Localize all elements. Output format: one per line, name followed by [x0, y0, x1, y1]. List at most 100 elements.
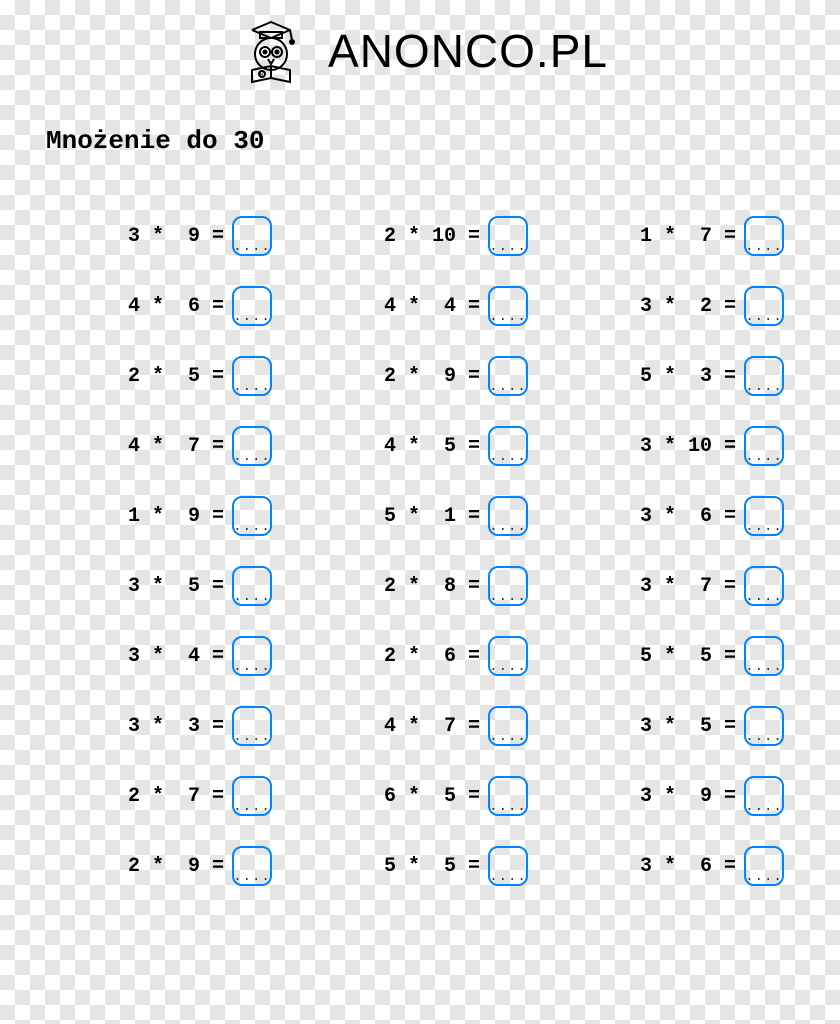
answer-box[interactable]: ....	[232, 566, 272, 606]
worksheet-title: Mnożenie do 30	[46, 126, 834, 156]
answer-placeholder: ....	[233, 524, 271, 530]
answer-box[interactable]: ....	[232, 636, 272, 676]
problem: 3 * 9 =....	[46, 216, 292, 256]
answer-box[interactable]: ....	[744, 776, 784, 816]
problem-expression: 4 * 4 =	[384, 295, 480, 318]
answer-box[interactable]: ....	[232, 426, 272, 466]
answer-placeholder: ....	[489, 524, 527, 530]
answer-placeholder: ....	[233, 874, 271, 880]
problem-expression: 3 * 9 =	[128, 225, 224, 248]
problem: 4 * 5 =....	[302, 426, 548, 466]
problem-expression: 3 * 6 =	[640, 505, 736, 528]
problem: 3 * 10 =....	[558, 426, 804, 466]
answer-placeholder: ....	[489, 804, 527, 810]
answer-placeholder: ....	[745, 384, 783, 390]
answer-box[interactable]: ....	[744, 636, 784, 676]
answer-box[interactable]: ....	[488, 356, 528, 396]
answer-box[interactable]: ....	[744, 496, 784, 536]
problem: 3 * 6 =....	[558, 496, 804, 536]
answer-box[interactable]: ....	[232, 216, 272, 256]
problem-expression: 2 * 8 =	[384, 575, 480, 598]
problem-expression: 3 * 5 =	[128, 575, 224, 598]
answer-placeholder: ....	[489, 874, 527, 880]
problem: 3 * 7 =....	[558, 566, 804, 606]
problem: 2 * 8 =....	[302, 566, 548, 606]
answer-placeholder: ....	[745, 594, 783, 600]
problem-expression: 4 * 6 =	[128, 295, 224, 318]
owl-logo-icon: K	[232, 16, 310, 86]
answer-placeholder: ....	[745, 734, 783, 740]
problem-expression: 4 * 7 =	[384, 715, 480, 738]
problem: 4 * 6 =....	[46, 286, 292, 326]
problem: 3 * 3 =....	[46, 706, 292, 746]
problem: 5 * 5 =....	[558, 636, 804, 676]
problems-grid: 3 * 9 =....2 * 10 =....1 * 7 =....4 * 6 …	[6, 216, 834, 886]
answer-placeholder: ....	[233, 314, 271, 320]
answer-box[interactable]: ....	[488, 216, 528, 256]
answer-placeholder: ....	[233, 664, 271, 670]
problem-expression: 4 * 5 =	[384, 435, 480, 458]
problem-expression: 3 * 7 =	[640, 575, 736, 598]
problem-expression: 3 * 3 =	[128, 715, 224, 738]
answer-placeholder: ....	[745, 804, 783, 810]
answer-box[interactable]: ....	[744, 356, 784, 396]
answer-box[interactable]: ....	[744, 426, 784, 466]
problem: 5 * 3 =....	[558, 356, 804, 396]
problem-expression: 3 * 9 =	[640, 785, 736, 808]
answer-placeholder: ....	[745, 524, 783, 530]
answer-box[interactable]: ....	[488, 636, 528, 676]
answer-box[interactable]: ....	[488, 286, 528, 326]
answer-placeholder: ....	[745, 874, 783, 880]
header: K ANONCO.PL	[6, 16, 834, 86]
answer-box[interactable]: ....	[488, 496, 528, 536]
answer-box[interactable]: ....	[488, 426, 528, 466]
problem: 3 * 5 =....	[46, 566, 292, 606]
problem: 4 * 4 =....	[302, 286, 548, 326]
answer-box[interactable]: ....	[232, 846, 272, 886]
problem-expression: 3 * 2 =	[640, 295, 736, 318]
problem: 5 * 5 =....	[302, 846, 548, 886]
answer-box[interactable]: ....	[488, 846, 528, 886]
problem: 1 * 7 =....	[558, 216, 804, 256]
problem-expression: 1 * 7 =	[640, 225, 736, 248]
answer-placeholder: ....	[233, 594, 271, 600]
svg-text:K: K	[260, 73, 264, 79]
answer-placeholder: ....	[489, 244, 527, 250]
answer-box[interactable]: ....	[232, 496, 272, 536]
problem-expression: 5 * 5 =	[384, 855, 480, 878]
problem: 1 * 9 =....	[46, 496, 292, 536]
answer-box[interactable]: ....	[488, 706, 528, 746]
problem-expression: 5 * 1 =	[384, 505, 480, 528]
answer-box[interactable]: ....	[744, 566, 784, 606]
answer-box[interactable]: ....	[488, 776, 528, 816]
answer-box[interactable]: ....	[232, 356, 272, 396]
answer-placeholder: ....	[233, 734, 271, 740]
problem-expression: 2 * 9 =	[384, 365, 480, 388]
answer-box[interactable]: ....	[744, 216, 784, 256]
answer-placeholder: ....	[489, 664, 527, 670]
answer-box[interactable]: ....	[232, 706, 272, 746]
answer-box[interactable]: ....	[232, 776, 272, 816]
problem: 2 * 6 =....	[302, 636, 548, 676]
answer-box[interactable]: ....	[744, 706, 784, 746]
worksheet-page: K ANONCO.PL Mnożenie do 30 3 * 9 =....2 …	[6, 6, 834, 886]
answer-box[interactable]: ....	[488, 566, 528, 606]
problem: 3 * 9 =....	[558, 776, 804, 816]
answer-placeholder: ....	[489, 454, 527, 460]
problem: 2 * 9 =....	[302, 356, 548, 396]
problem: 3 * 6 =....	[558, 846, 804, 886]
answer-placeholder: ....	[233, 454, 271, 460]
problem-expression: 2 * 7 =	[128, 785, 224, 808]
answer-placeholder: ....	[489, 384, 527, 390]
problem: 2 * 5 =....	[46, 356, 292, 396]
answer-placeholder: ....	[745, 454, 783, 460]
problem: 3 * 5 =....	[558, 706, 804, 746]
answer-box[interactable]: ....	[232, 286, 272, 326]
problem: 5 * 1 =....	[302, 496, 548, 536]
answer-placeholder: ....	[745, 244, 783, 250]
problem-expression: 2 * 9 =	[128, 855, 224, 878]
problem-expression: 3 * 5 =	[640, 715, 736, 738]
answer-box[interactable]: ....	[744, 846, 784, 886]
answer-placeholder: ....	[745, 314, 783, 320]
answer-box[interactable]: ....	[744, 286, 784, 326]
